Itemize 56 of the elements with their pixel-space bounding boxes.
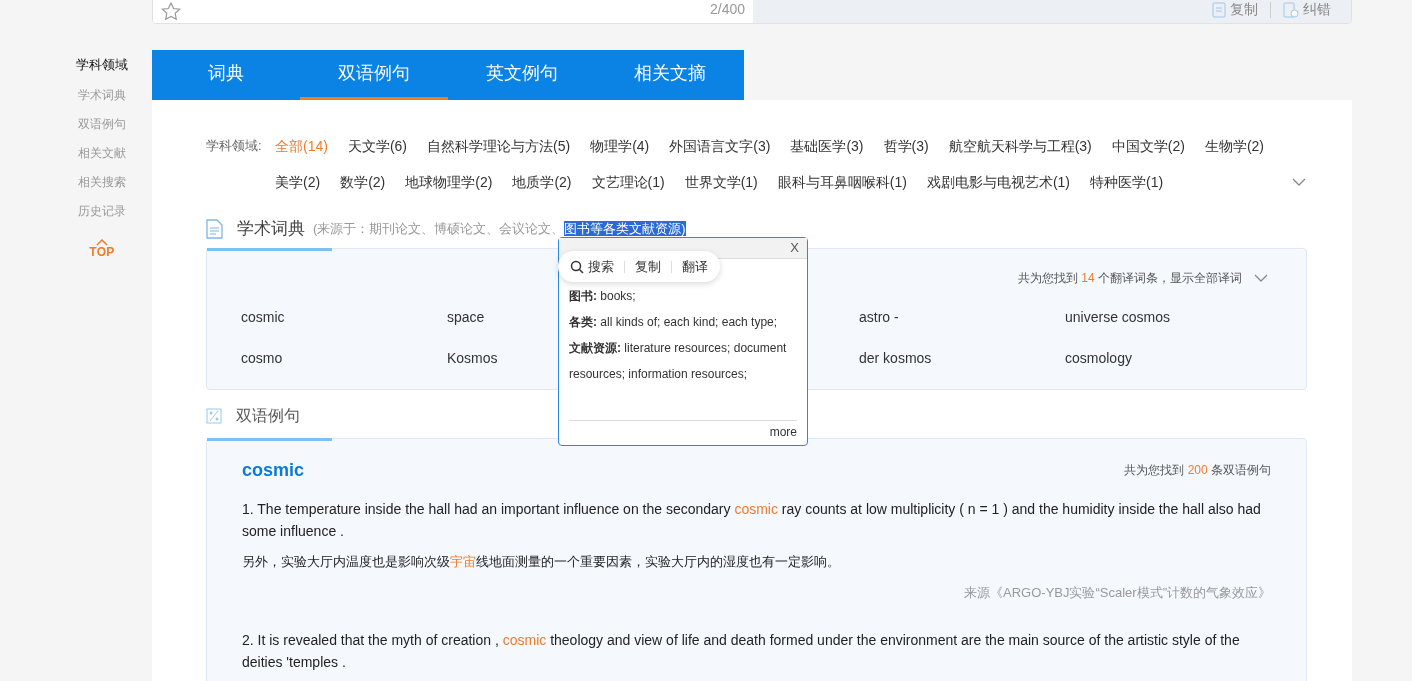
subject-filter[interactable]: 生物学(2)	[1204, 136, 1265, 156]
popup-entry: 各类: all kinds of; each kind; each type;	[569, 314, 779, 331]
more-link[interactable]: more	[769, 423, 797, 441]
expand-icon[interactable]	[1292, 178, 1306, 186]
tab[interactable]: 相关文摘	[596, 50, 744, 100]
subject-filter[interactable]: 眼科与耳鼻咽喉科(1)	[777, 172, 907, 192]
edit-document-icon	[1283, 1, 1299, 18]
example-source: 来源《ARGO-YBJ实验“Scaler模式”计数的气象效应》	[963, 584, 1271, 602]
toolbar-button[interactable]: 复制	[635, 256, 661, 277]
subject-filter[interactable]: 数学(2)	[340, 172, 386, 192]
document-icon	[206, 218, 223, 239]
subject-filter[interactable]: 基础医学(3)	[790, 136, 864, 156]
popup-entry: 文献资源: literature resources; document resources; information resources;	[569, 340, 788, 383]
example-translation: 另外，实验大厅内温度也是影响次级宇宙线地面测量的一个重要因素，实验大厅内的湿度也有一定影响。	[242, 552, 841, 571]
section-title: 双语例句	[236, 405, 300, 426]
search-icon	[570, 259, 584, 274]
subject-filter[interactable]: 戏剧电影与电视艺术(1)	[926, 172, 1070, 192]
copy-icon	[1212, 1, 1226, 18]
subject-filter[interactable]: 地质学(2)	[512, 172, 572, 192]
star-icon[interactable]	[161, 2, 181, 20]
toolbar-button[interactable]: 搜索	[570, 256, 614, 277]
sidebar-item[interactable]: 学科领域	[76, 55, 128, 75]
subject-filter[interactable]: 地球物理学(2)	[405, 172, 493, 192]
subject-filter[interactable]: 美学(2)	[275, 172, 321, 192]
translation-term[interactable]: cosmic	[241, 306, 447, 328]
source-note: (来源于：期刊论文、博硕论文、会议论文、图书等各类文献资源)	[313, 220, 686, 238]
result-summary: 共为您找到 14 个翻译词条，显示全部译词	[1017, 269, 1242, 287]
subject-filter[interactable]: 物理学(4)	[590, 136, 650, 156]
tab[interactable]: 英文例句	[448, 50, 596, 100]
translation-term[interactable]: astro -	[859, 306, 1065, 328]
character-counter: 2/400	[709, 0, 745, 19]
subject-filter[interactable]: 外国语言文字(3)	[669, 136, 771, 156]
subject-filter[interactable]: 自然科学理论与方法(5)	[427, 136, 571, 156]
example-sentence: 2. It is revealed that the myth of creation , cosmic theology and view of life and death formed under the environment are the main source of the artistic style of the deities 'temples .	[242, 630, 1241, 672]
close-button[interactable]: X	[790, 238, 799, 258]
subject-filter[interactable]: 特种医学(1)	[1090, 172, 1164, 192]
subject-filter[interactable]: 世界文学(1)	[684, 172, 758, 192]
tab[interactable]: 词典	[152, 50, 300, 100]
subject-filter[interactable]: 文艺理论(1)	[591, 172, 665, 192]
result-summary: 共为您找到 200 条双语例句	[1124, 462, 1271, 479]
translation-term[interactable]: der kosmos	[859, 347, 1065, 369]
subject-filter[interactable]: 航空航天科学与工程(3)	[948, 136, 1092, 156]
translation-term[interactable]: cosmology	[1065, 347, 1271, 369]
subject-filter[interactable]: 天文学(6)	[347, 136, 408, 156]
headword: cosmic	[242, 458, 305, 482]
translation-term[interactable]: cosmo	[241, 347, 447, 369]
translation-term[interactable]: universe cosmos	[1065, 306, 1271, 328]
expand-icon[interactable]	[1254, 273, 1268, 282]
percent-icon	[206, 407, 222, 424]
section-title: 学术词典	[237, 218, 305, 240]
filter-label: 学科领域:	[206, 137, 263, 155]
example-sentence: 1. The temperature inside the hall had an important influence on the secondary cosmic ray counts at low multiplicity ( n = 1 ) and the humidity inside the hall also had some influence .	[242, 499, 1262, 541]
popup-entry: 图书: books;	[569, 288, 637, 305]
toolbar-button[interactable]: 翻译	[682, 256, 708, 277]
subject-filter[interactable]: 中国文学(2)	[1111, 136, 1185, 156]
subject-filter[interactable]: 哲学(3)	[883, 136, 929, 156]
